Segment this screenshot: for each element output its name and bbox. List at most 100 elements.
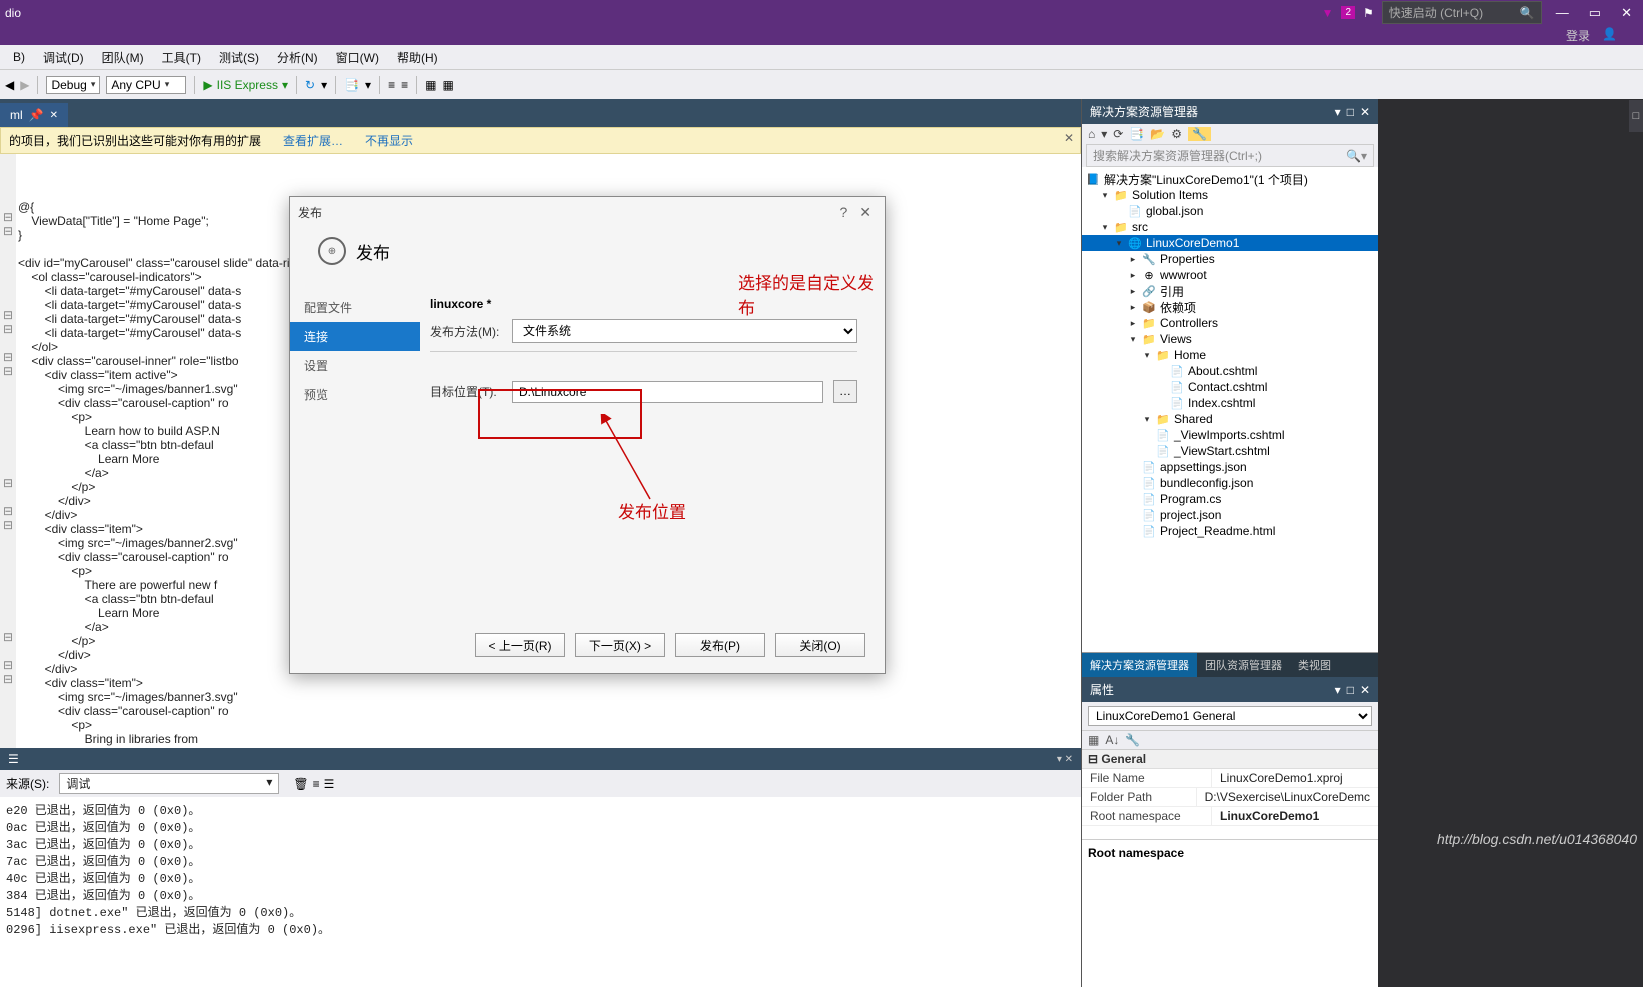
solution-tree[interactable]: 📘解决方案"LinuxCoreDemo1"(1 个项目)▾📁Solution I… [1082, 167, 1378, 653]
outdent-icon[interactable]: ≡ [401, 78, 408, 92]
uncomment-icon[interactable]: ▦ [442, 78, 453, 92]
menu-item[interactable]: 测试(S) [211, 47, 267, 68]
menu-item[interactable]: 分析(N) [269, 47, 326, 68]
wrap-icon[interactable]: ≡ [313, 777, 320, 791]
toolbox-icon[interactable]: 📑 [344, 78, 359, 92]
output-text[interactable]: e20 已退出，返回值为 0 (0x0)。 0ac 已退出，返回值为 0 (0x… [0, 797, 1081, 987]
platform-dropdown[interactable]: Any CPU▾ [106, 76, 186, 94]
float-icon[interactable]: □ [1347, 105, 1354, 119]
tree-node[interactable]: 📄Index.cshtml [1082, 395, 1378, 411]
tree-node[interactable]: 📄About.cshtml [1082, 363, 1378, 379]
tree-node[interactable]: ▸🔧Properties [1082, 251, 1378, 267]
property-row[interactable]: File NameLinuxCoreDemo1.xproj [1082, 769, 1378, 788]
tree-node[interactable]: 📄project.json [1082, 507, 1378, 523]
login-button[interactable]: 登录 [1560, 25, 1596, 45]
properties-grid[interactable]: ⊟ GeneralFile NameLinuxCoreDemo1.xprojFo… [1082, 750, 1378, 840]
subtab[interactable]: 解决方案资源管理器 [1082, 653, 1197, 677]
dialog-step[interactable]: 预览 [290, 380, 420, 409]
tree-node[interactable]: ▸🔗引用 [1082, 283, 1378, 299]
property-row[interactable]: Folder PathD:\VSexercise\LinuxCoreDemc [1082, 788, 1378, 807]
tree-node[interactable]: ▸📦依赖项 [1082, 299, 1378, 315]
tab-current[interactable]: ml 📌 ✕ [0, 103, 68, 127]
categorize-icon[interactable]: ▦ [1088, 733, 1099, 747]
tree-node[interactable]: ▸📁Controllers [1082, 315, 1378, 331]
properties-object-dropdown[interactable]: LinuxCoreDemo1 General [1082, 702, 1378, 731]
menu-item[interactable]: 工具(T) [154, 47, 209, 68]
solution-search-input[interactable]: 搜索解决方案资源管理器(Ctrl+;)🔍▾ [1086, 144, 1374, 167]
clear-icon[interactable]: 🗑 [293, 777, 308, 791]
menu-item[interactable]: 团队(M) [94, 47, 152, 68]
tree-node[interactable]: ▾🌐LinuxCoreDemo1 [1082, 235, 1378, 251]
refresh-icon[interactable]: ↻ [305, 78, 315, 92]
wrench-icon[interactable]: 🔧 [1188, 127, 1211, 141]
solution-root[interactable]: 📘解决方案"LinuxCoreDemo1"(1 个项目) [1082, 171, 1378, 187]
infobar-close-icon[interactable]: ✕ [1064, 131, 1074, 145]
menu-item[interactable]: B) [5, 48, 33, 66]
dialog-button[interactable]: 下一页(X) > [575, 633, 665, 657]
dismiss-link[interactable]: 不再显示 [365, 132, 413, 149]
alpha-icon[interactable]: A↓ [1105, 733, 1119, 747]
property-category[interactable]: ⊟ General [1082, 750, 1378, 769]
tree-node[interactable]: ▾📁Solution Items [1082, 187, 1378, 203]
dialog-step[interactable]: 设置 [290, 351, 420, 380]
tree-node[interactable]: 📄Contact.cshtml [1082, 379, 1378, 395]
properties-toolbar: ▦ A↓ 🔧 [1082, 731, 1378, 750]
tree-node[interactable]: 📄global.json [1082, 203, 1378, 219]
property-row[interactable]: Root namespaceLinuxCoreDemo1 [1082, 807, 1378, 826]
nav-fwd-icon[interactable]: ▶ [20, 78, 29, 92]
output-source-dropdown[interactable]: 调试▾ [59, 773, 279, 794]
dialog-button[interactable]: < 上一页(R) [475, 633, 565, 657]
tree-node[interactable]: 📄Project_Readme.html [1082, 523, 1378, 539]
comment-icon[interactable]: ▦ [425, 78, 436, 92]
publish-method-dropdown[interactable]: 文件系统 [512, 319, 857, 343]
tree-node[interactable]: ▾📁src [1082, 219, 1378, 235]
menu-item[interactable]: 帮助(H) [389, 47, 446, 68]
menu-item[interactable]: 窗口(W) [328, 47, 387, 68]
vertical-tab[interactable]: □ [1629, 100, 1643, 132]
home-icon[interactable]: ⌂ [1088, 127, 1095, 141]
flag-icon[interactable]: ▾ [1101, 127, 1107, 141]
dialog-titlebar[interactable]: 发布 ? ✕ [290, 197, 885, 227]
panel-close-icon[interactable]: ✕ [1360, 105, 1370, 119]
feedback-icon[interactable]: ⚑ [1363, 6, 1374, 20]
pin-icon[interactable]: 📌 [29, 108, 44, 122]
dialog-step[interactable]: 配置文件 [290, 293, 420, 322]
list-icon[interactable]: ☰ [324, 777, 335, 791]
tree-node[interactable]: 📄_ViewImports.cshtml [1082, 427, 1378, 443]
dialog-step[interactable]: 连接 [290, 322, 420, 351]
maximize-button[interactable]: ▭ [1583, 5, 1607, 21]
run-button[interactable]: ▶ IIS Express ▾ [203, 78, 288, 92]
wrench-icon[interactable]: 🔧 [1125, 733, 1140, 747]
dialog-button[interactable]: 关闭(O) [775, 633, 865, 657]
tree-node[interactable]: 📄_ViewStart.cshtml [1082, 443, 1378, 459]
dialog-button[interactable]: 发布(P) [675, 633, 765, 657]
quick-launch-input[interactable]: 快速启动 (Ctrl+Q) 🔍 [1382, 1, 1542, 24]
config-dropdown[interactable]: Debug▾ [46, 76, 100, 94]
notification-badge[interactable]: 2 [1341, 6, 1355, 19]
tree-node[interactable]: ▸⊕wwwroot [1082, 267, 1378, 283]
menu-item[interactable]: 调试(D) [35, 47, 92, 68]
indent-icon[interactable]: ≡ [388, 78, 395, 92]
pin-icon[interactable]: ▾ [1335, 105, 1341, 119]
tree-node[interactable]: ▾📁Shared [1082, 411, 1378, 427]
notification-icon[interactable]: ▼ [1322, 6, 1334, 20]
subtab[interactable]: 类视图 [1290, 653, 1339, 677]
view-extensions-link[interactable]: 查看扩展… [283, 132, 343, 149]
tree-node[interactable]: 📄Program.cs [1082, 491, 1378, 507]
annotation-top: 选择的是自定义发布 [738, 269, 885, 319]
subtab[interactable]: 团队资源管理器 [1197, 653, 1290, 677]
minimize-button[interactable]: — [1550, 5, 1575, 20]
tab-close-icon[interactable]: ✕ [50, 110, 58, 121]
avatar-icon[interactable]: 👤 [1596, 25, 1623, 45]
browse-button[interactable]: … [833, 380, 857, 403]
close-button[interactable]: ✕ [1615, 5, 1638, 21]
target-path-input[interactable] [512, 381, 823, 403]
tree-node[interactable]: ▾📁Home [1082, 347, 1378, 363]
dialog-close-icon[interactable]: ✕ [853, 204, 877, 221]
dialog-sidebar: 配置文件连接设置预览 [290, 289, 420, 411]
tree-node[interactable]: 📄bundleconfig.json [1082, 475, 1378, 491]
dialog-help-icon[interactable]: ? [833, 204, 853, 220]
tree-node[interactable]: 📄appsettings.json [1082, 459, 1378, 475]
nav-back-icon[interactable]: ◀ [5, 78, 14, 92]
tree-node[interactable]: ▾📁Views [1082, 331, 1378, 347]
